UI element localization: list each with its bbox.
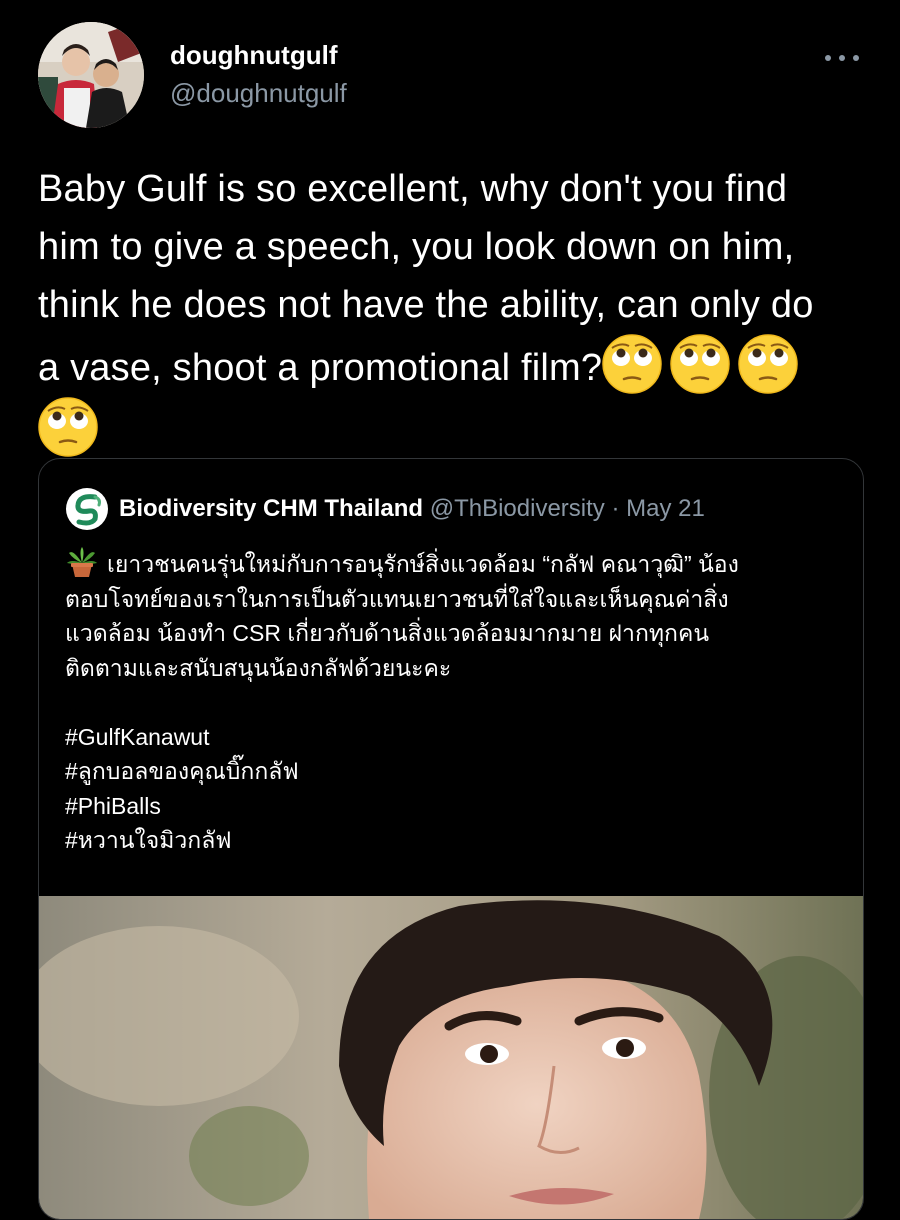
tweet-text-line: think he does not have the ability, can … <box>38 284 814 326</box>
potted-plant-emoji <box>65 545 99 579</box>
quoted-author-avatar[interactable] <box>65 487 109 531</box>
hashtag-link[interactable]: #GulfKanawut <box>65 720 840 755</box>
face-with-rolling-eyes-emoji <box>602 334 662 394</box>
quoted-body-line: แวดล้อม น้องทำ CSR เกี่ยวกับด้านสิ่งแวดล… <box>65 620 710 646</box>
face-with-rolling-eyes-emoji <box>738 334 798 394</box>
quoted-author-handle[interactable]: @ThBiodiversity <box>430 495 605 522</box>
quoted-tweet-date[interactable]: May 21 <box>626 495 705 522</box>
tweet-header: doughnutgulf @doughnutgulf <box>38 22 868 132</box>
tweet-text-line: him to give a speech, you look down on h… <box>38 226 795 268</box>
tweet-text-line: a vase, shoot a promotional film? <box>38 334 868 397</box>
quoted-body-line: ตอบโจทย์ของเราในการเป็นตัวแทนเยาวชนที่ใส… <box>65 585 729 612</box>
quoted-body-line: ติดตามและสนับสนุนน้องกลัฟด้วยนะคะ <box>65 654 452 681</box>
more-options-icon[interactable] <box>822 48 862 68</box>
face-with-rolling-eyes-emoji <box>670 334 730 394</box>
quoted-body-line: เยาวชนคนรุ่นใหม่กับการอนุรักษ์สิ่งแวดล้อ… <box>65 545 840 582</box>
author-avatar[interactable] <box>38 22 144 128</box>
tweet-text-line <box>38 397 868 460</box>
quoted-tweet-photo[interactable] <box>39 896 863 1219</box>
quoted-body-text: เยาวชนคนรุ่นใหม่กับการอนุรักษ์สิ่งแวดล้อ… <box>107 551 739 577</box>
hashtag-link[interactable]: #ลูกบอลของคุณบิ๊กกลัฟ <box>65 754 840 789</box>
quoted-tweet-meta: Biodiversity CHM Thailand @ThBiodiversit… <box>119 495 705 523</box>
quoted-tweet-header: Biodiversity CHM Thailand @ThBiodiversit… <box>65 487 845 533</box>
tweet-text: Baby Gulf is so excellent, why don't you… <box>38 160 868 460</box>
tweet-text-fragment: a vase, shoot a promotional film? <box>38 347 603 389</box>
quoted-tweet-body: เยาวชนคนรุ่นใหม่กับการอนุรักษ์สิ่งแวดล้อ… <box>65 545 840 858</box>
quoted-tweet-card[interactable]: Biodiversity CHM Thailand @ThBiodiversit… <box>38 458 864 1220</box>
face-with-rolling-eyes-emoji <box>38 397 98 457</box>
quoted-author-display-name[interactable]: Biodiversity CHM Thailand <box>119 495 423 522</box>
hashtag-link[interactable]: #หวานใจมิวกลัฟ <box>65 823 840 858</box>
author-handle[interactable]: @doughnutgulf <box>170 78 347 109</box>
tweet-text-line: Baby Gulf is so excellent, why don't you… <box>38 168 788 210</box>
author-display-name[interactable]: doughnutgulf <box>170 40 337 71</box>
meta-separator: · <box>611 495 620 522</box>
hashtag-link[interactable]: #PhiBalls <box>65 789 840 824</box>
